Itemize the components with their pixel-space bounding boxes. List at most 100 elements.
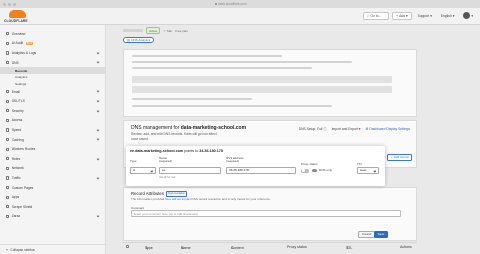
sidebar-item-label: Scrape Shield	[11, 204, 33, 209]
chevron-down-icon	[96, 109, 100, 112]
sidebar-item-custom-pages[interactable]: Custom Pages	[0, 183, 105, 193]
sidebar-item-traffic[interactable]: Traffic	[0, 173, 105, 183]
language-menu[interactable]: English ▾	[438, 12, 457, 20]
lock-icon	[215, 3, 217, 6]
points-to-summary: ee.data-marketing-school.com points to 3…	[130, 149, 223, 153]
chart-icon: ▥	[127, 38, 130, 42]
column-proxy-status: Proxy status	[287, 244, 307, 249]
add-button[interactable]: + Add ▾	[392, 11, 412, 20]
plus-icon: +	[391, 155, 393, 160]
plus-icon: +	[396, 13, 399, 18]
dns-management-title: DNS management for data-marketing-school…	[131, 125, 246, 131]
record-attributes-title: Record Attributes Documentation	[131, 191, 188, 197]
chevron-down-icon: ▾	[358, 126, 361, 131]
sort-icon: ⇅	[145, 246, 149, 250]
dns-analytics-button[interactable]: ▥ DNS Analytics	[123, 37, 155, 43]
info-icon[interactable]: ⓘ	[323, 127, 326, 131]
type-select[interactable]: A	[130, 167, 156, 174]
dns-setup-value: Full	[317, 127, 323, 131]
ipv4-input[interactable]: 34.36.180.178	[226, 167, 296, 174]
dns-icon	[6, 60, 10, 65]
sort-icon: ⇅	[181, 246, 185, 250]
language-label: English	[440, 13, 452, 18]
sidebar-item-label: Security	[11, 108, 24, 113]
add-label: Add	[399, 13, 405, 18]
sidebar-item-label: Workers Routes	[11, 147, 36, 152]
goto-search[interactable]: ⌕ Go to...	[363, 11, 390, 20]
traffic-icon	[6, 176, 10, 180]
star-link[interactable]: ☆ Star	[163, 29, 172, 33]
star-label: Star	[166, 28, 173, 33]
dns-info-card	[123, 49, 417, 117]
sidebar-item-apps[interactable]: Apps	[0, 192, 105, 202]
select-all-checkbox[interactable]	[126, 244, 130, 249]
collapse-sidebar-button[interactable]: « Collapse sidebar	[0, 244, 105, 254]
sort-icon: ⇅	[346, 246, 350, 250]
sidebar-item-access[interactable]: Access	[0, 116, 105, 126]
cloudflare-logo[interactable]: CLOUDFLARE	[4, 10, 32, 23]
blurred-text	[132, 67, 312, 70]
sidebar-item-label: Analytics & Logs	[11, 50, 37, 55]
ipv4-label: IPv4 address (required)	[226, 156, 244, 164]
window-controls[interactable]	[3, 2, 16, 6]
maximize-dot[interactable]	[13, 2, 16, 6]
blurred-text	[132, 98, 252, 101]
sidebar-item-network[interactable]: Network	[0, 164, 105, 174]
sidebar-item-speed[interactable]: Speed	[0, 125, 105, 135]
name-hint: Use @ for root	[159, 175, 176, 179]
name-required: (required)	[159, 159, 173, 164]
chevron-down-icon	[96, 214, 100, 218]
add-record-button[interactable]: + Add record	[387, 154, 413, 161]
sidebar-item-ssl-tls[interactable]: SSL/TLS	[0, 96, 105, 106]
sidebar-item-overview[interactable]: Overview	[0, 29, 105, 39]
comment-label: Comment	[131, 205, 145, 210]
sidebar-item-workers-routes[interactable]: Workers Routes	[0, 144, 105, 154]
documentation-link[interactable]: Documentation	[165, 191, 188, 197]
dashboard-display-settings-link[interactable]: ⚙ Dashboard Display Settings	[365, 127, 410, 131]
sidebar-item-label: Email	[11, 89, 20, 94]
sidebar-item-dns[interactable]: DNS	[0, 58, 105, 68]
blurred-text	[132, 61, 352, 64]
chevron-down-icon	[96, 99, 100, 103]
sidebar-item-caching[interactable]: Caching	[0, 135, 105, 145]
name-input[interactable]: ee	[159, 167, 221, 174]
minimize-dot[interactable]	[8, 2, 11, 6]
blurred-domain	[123, 29, 143, 32]
chevron-down-icon: ▾	[471, 13, 473, 18]
import-export-menu[interactable]: Import and Export ▾	[332, 127, 361, 131]
chevron-down-icon: ▾	[452, 13, 455, 18]
settings-icon: ⚙	[365, 126, 369, 131]
chevron-down-icon	[96, 89, 100, 93]
records-table-header: Type ⇅ Name ⇅ Content ⇅ Proxy status TTL…	[123, 242, 417, 250]
import-export-label: Import and Export	[331, 126, 358, 131]
sidebar-item-label: Overview	[11, 31, 26, 36]
sidebar-item-label: Zaraz	[11, 214, 21, 219]
search-icon: ⌕	[367, 13, 370, 18]
plan-link[interactable]: Free plan	[175, 29, 188, 33]
support-menu[interactable]: Support ▾	[415, 12, 435, 20]
workers-icon	[6, 147, 10, 151]
comment-input[interactable]: Enter your comment here (up to 100 chara…	[131, 210, 401, 217]
sidebar-item-scrape-shield[interactable]: Scrape Shield	[0, 202, 105, 212]
sidebar-item-zaraz[interactable]: Zaraz	[0, 212, 105, 222]
proxy-status-value: DNS only	[319, 167, 333, 172]
points-to-text: points to	[183, 149, 200, 153]
chevron-down-icon	[96, 137, 100, 141]
title-prefix: DNS management for	[131, 125, 181, 131]
ttl-select[interactable]: Auto	[357, 167, 379, 174]
sidebar-item-security[interactable]: Security	[0, 106, 105, 116]
sidebar-item-analytics-logs[interactable]: Analytics & Logs	[0, 48, 105, 58]
sidebar-item-rules[interactable]: Rules	[0, 154, 105, 164]
cancel-button[interactable]: Cancel	[358, 231, 376, 238]
sidebar-item-email[interactable]: Email	[0, 87, 105, 97]
dns-setup: DNS Setup: Full ⓘ	[299, 126, 327, 131]
home-icon	[6, 32, 10, 36]
proxy-status-toggle[interactable]	[301, 168, 309, 173]
sidebar-item-label: Speed	[11, 128, 22, 133]
sidebar-item-ai-audit[interactable]: AI Audit Beta	[0, 39, 105, 49]
user-menu[interactable]: ▾	[460, 12, 476, 20]
sidebar: Overview AI Audit Beta Analytics & Logs DNS …	[0, 25, 106, 254]
close-dot[interactable]	[3, 2, 6, 6]
address-bar[interactable]: dash.cloudflare.com	[215, 2, 247, 6]
save-button[interactable]: Save	[374, 231, 388, 238]
